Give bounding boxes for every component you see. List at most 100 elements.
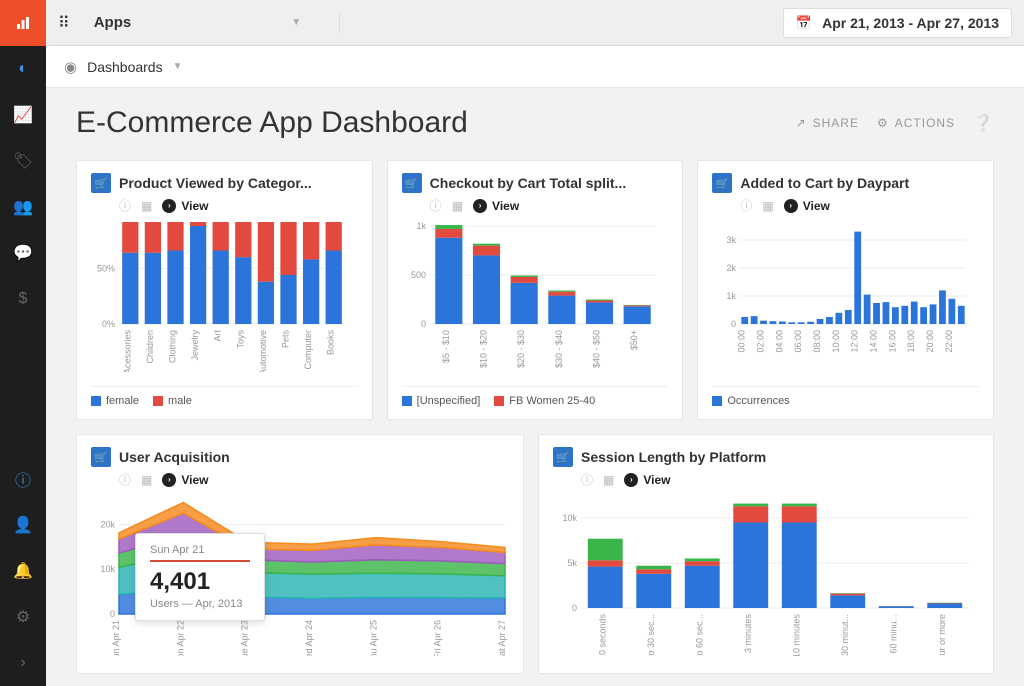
svg-text:Art: Art bbox=[213, 330, 223, 342]
info-icon[interactable]: ⓘ bbox=[740, 197, 752, 214]
svg-text:0 to 10 seconds: 0 to 10 seconds bbox=[597, 614, 607, 656]
nav-settings[interactable]: ⚙ bbox=[0, 594, 46, 640]
grid-icon[interactable]: ▦ bbox=[762, 199, 773, 213]
breadcrumb-bar: ◉ Dashboards ▼ bbox=[46, 46, 1024, 88]
tooltip-value: 4,401 bbox=[150, 568, 250, 596]
nav-monetize[interactable]: $ bbox=[0, 276, 46, 322]
svg-text:Acessories: Acessories bbox=[122, 330, 132, 373]
svg-text:$20 - $30: $20 - $30 bbox=[516, 330, 526, 368]
svg-text:20:00: 20:00 bbox=[925, 330, 935, 353]
help-button[interactable]: ❔ bbox=[973, 113, 994, 133]
cart-icon: 🛒 bbox=[402, 173, 422, 193]
legend: femalemale bbox=[91, 386, 358, 407]
svg-text:0: 0 bbox=[421, 319, 426, 329]
svg-text:Books: Books bbox=[326, 330, 336, 356]
svg-text:Sun Apr 21: Sun Apr 21 bbox=[111, 620, 121, 656]
svg-text:Computer: Computer bbox=[303, 330, 313, 370]
nav-info[interactable]: ⓘ bbox=[0, 456, 46, 502]
chart-tooltip: Sun Apr 214,401Users — Apr, 2013 bbox=[135, 533, 265, 621]
nav-analytics[interactable]: 📈 bbox=[0, 92, 46, 138]
svg-text:Wed Apr 24: Wed Apr 24 bbox=[304, 620, 314, 656]
bell-icon: 🔔 bbox=[13, 561, 33, 581]
gear-icon: ⚙ bbox=[877, 116, 889, 130]
nav-alerts[interactable]: 🔔 bbox=[0, 548, 46, 594]
view-button[interactable]: ›View bbox=[162, 473, 208, 487]
svg-text:0%: 0% bbox=[102, 319, 115, 329]
apps-label: Apps bbox=[94, 14, 132, 31]
svg-text:Children: Children bbox=[145, 330, 155, 364]
svg-text:1k: 1k bbox=[416, 222, 426, 231]
svg-text:1 hour or more: 1 hour or more bbox=[937, 614, 947, 656]
nav-profile[interactable]: 👤 bbox=[0, 502, 46, 548]
svg-text:Pets: Pets bbox=[281, 330, 291, 349]
page-header: E-Commerce App Dashboard ↗SHARE ⚙ACTIONS… bbox=[76, 106, 994, 140]
svg-text:10:00: 10:00 bbox=[831, 330, 841, 353]
help-icon: ❔ bbox=[973, 113, 994, 133]
share-icon: ↗ bbox=[796, 116, 807, 130]
share-button[interactable]: ↗SHARE bbox=[796, 116, 859, 130]
svg-text:Fri Apr 26: Fri Apr 26 bbox=[433, 620, 443, 656]
view-button[interactable]: ›View bbox=[473, 199, 519, 213]
svg-text:10k: 10k bbox=[562, 513, 577, 523]
grid-icon[interactable]: ▦ bbox=[141, 473, 152, 487]
svg-text:Jewelry: Jewelry bbox=[190, 330, 200, 361]
grid-icon[interactable]: ▦ bbox=[141, 199, 152, 213]
svg-text:16:00: 16:00 bbox=[888, 330, 898, 353]
nav-collapse[interactable]: › bbox=[0, 640, 46, 686]
view-button[interactable]: ›View bbox=[624, 473, 670, 487]
brand-logo[interactable] bbox=[0, 0, 46, 46]
nav-chat[interactable]: 💬 bbox=[0, 230, 46, 276]
svg-text:02:00: 02:00 bbox=[756, 330, 766, 353]
legend-item: female bbox=[91, 395, 139, 407]
info-icon[interactable]: ⓘ bbox=[119, 471, 131, 488]
info-icon[interactable]: ⓘ bbox=[119, 197, 131, 214]
card-product-viewed: 🛒 Product Viewed by Categor... ⓘ ▦ ›View… bbox=[76, 160, 373, 420]
svg-text:$5 - $10: $5 - $10 bbox=[441, 330, 451, 363]
dashboards-label[interactable]: Dashboards bbox=[87, 59, 163, 75]
page-actions: ↗SHARE ⚙ACTIONS ❔ bbox=[796, 113, 994, 133]
info-icon[interactable]: ⓘ bbox=[430, 197, 442, 214]
svg-text:0: 0 bbox=[731, 319, 736, 329]
svg-text:31 to 60 sec...: 31 to 60 sec... bbox=[694, 614, 704, 656]
cart-icon: 🛒 bbox=[91, 173, 111, 193]
svg-text:Automotive: Automotive bbox=[258, 330, 268, 372]
actions-button[interactable]: ⚙ACTIONS bbox=[877, 116, 955, 130]
arrow-right-icon: › bbox=[162, 199, 176, 213]
svg-text:11 to 30 sec...: 11 to 30 sec... bbox=[646, 614, 656, 656]
card-checkout-total: 🛒 Checkout by Cart Total split... ⓘ ▦ ›V… bbox=[387, 160, 684, 420]
apps-selector[interactable]: ⠿ Apps ▼ bbox=[58, 13, 340, 33]
chevron-down-icon[interactable]: ▼ bbox=[173, 61, 183, 72]
svg-text:00:00: 00:00 bbox=[737, 330, 747, 353]
svg-text:3k: 3k bbox=[727, 235, 737, 245]
chevron-right-icon: › bbox=[20, 654, 25, 672]
legend-item: Occurrences bbox=[712, 395, 789, 407]
arrow-right-icon: › bbox=[784, 199, 798, 213]
tag-icon: 🏷 bbox=[13, 151, 33, 171]
svg-text:12:00: 12:00 bbox=[850, 330, 860, 353]
info-icon[interactable]: ⓘ bbox=[581, 471, 593, 488]
svg-text:06:00: 06:00 bbox=[794, 330, 804, 353]
nav-users[interactable]: 👥 bbox=[0, 184, 46, 230]
card-title: Product Viewed by Categor... bbox=[119, 175, 312, 191]
svg-text:$40 - $50: $40 - $50 bbox=[591, 330, 601, 368]
chart-svg: 05k10k0 to 10 seconds11 to 30 sec...31 t… bbox=[553, 496, 973, 656]
svg-text:3 to 10 minutes: 3 to 10 minutes bbox=[791, 614, 801, 656]
svg-text:Tue Apr 23: Tue Apr 23 bbox=[240, 620, 250, 656]
info-icon: ⓘ bbox=[15, 467, 31, 491]
date-range-picker[interactable]: 📅 Apr 21, 2013 - Apr 27, 2013 bbox=[783, 8, 1012, 38]
chart-svg: 01k2k3k00:0002:0004:0006:0008:0010:0012:… bbox=[712, 222, 970, 372]
svg-text:10k: 10k bbox=[100, 564, 115, 574]
grid-icon[interactable]: ▦ bbox=[603, 473, 614, 487]
chat-icon: 💬 bbox=[13, 243, 33, 263]
nav-funnels[interactable]: 🏷 bbox=[0, 138, 46, 184]
chart-svg: 0%50%100%AcessoriesChildrenClothingJewel… bbox=[91, 222, 349, 372]
svg-text:$30 - $40: $30 - $40 bbox=[554, 330, 564, 368]
nav-dashboard[interactable]: ◐ bbox=[0, 46, 46, 92]
legend: [Unspecified]FB Women 25-40 bbox=[402, 386, 669, 407]
view-button[interactable]: ›View bbox=[162, 199, 208, 213]
calendar-icon: 📅 bbox=[796, 15, 812, 31]
gauge-icon: ◐ bbox=[18, 60, 28, 78]
grid-icon[interactable]: ▦ bbox=[452, 199, 463, 213]
view-button[interactable]: ›View bbox=[784, 199, 830, 213]
page-title: E-Commerce App Dashboard bbox=[76, 106, 468, 140]
